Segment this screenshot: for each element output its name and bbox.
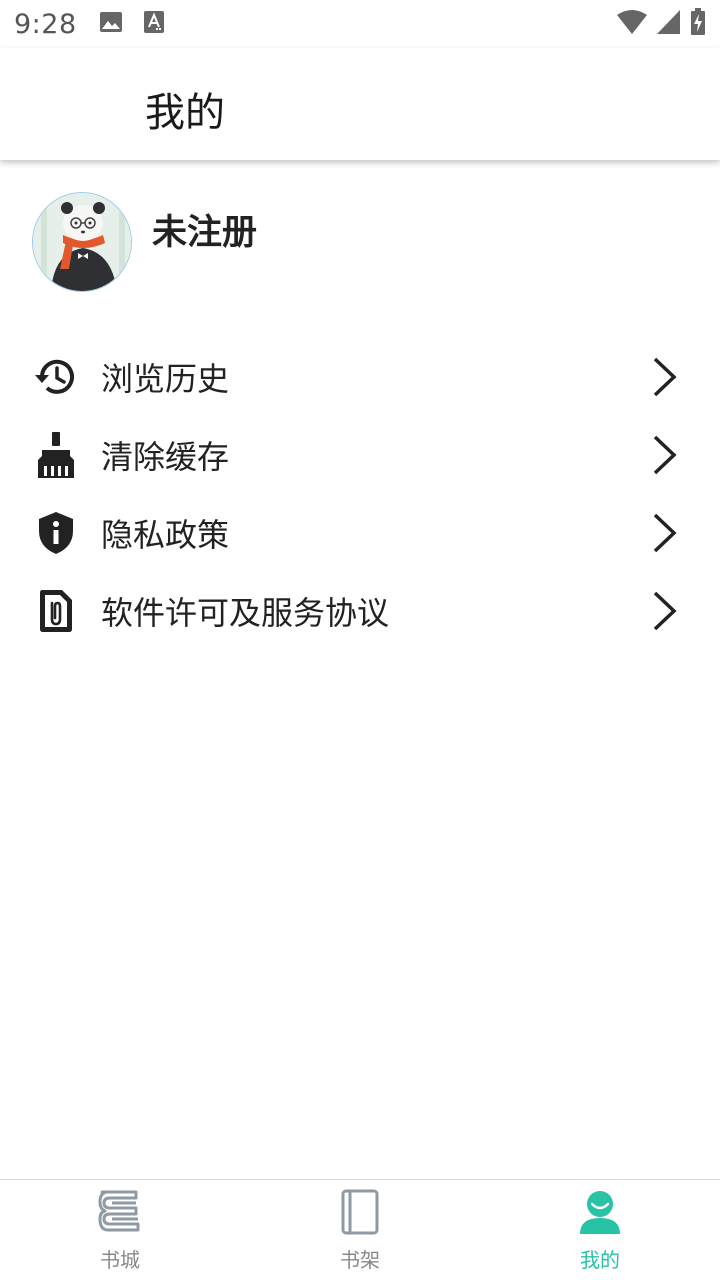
page-title: 我的 [145,90,225,136]
profile-header[interactable]: 未注册 [32,192,257,292]
signal-icon [656,9,682,39]
menu-item-label: 浏览历史 [101,360,230,398]
profile-icon [580,1191,620,1234]
chevron-right-icon [653,513,677,553]
battery-charging-icon [690,8,706,40]
profile-name[interactable]: 未注册 [152,204,257,255]
image-notification-icon [99,11,123,37]
chevron-right-icon [653,435,677,475]
attachment-file-icon [34,589,78,633]
book-store-icon [98,1190,140,1232]
nav-item-profile[interactable]: 我的 [480,1180,720,1280]
chevron-right-icon [653,591,677,631]
status-notifications [99,10,165,38]
wifi-icon [616,9,648,39]
settings-menu: 浏览历史 清除缓存 隐私政策 软件许可及服务协议 [0,338,720,650]
nav-label: 书架 [340,1248,380,1272]
panda-avatar-icon [33,193,131,291]
menu-item-label: 软件许可及服务协议 [101,594,390,632]
menu-item-browse-history[interactable]: 浏览历史 [0,338,720,416]
menu-item-privacy-policy[interactable]: 隐私政策 [0,494,720,572]
nav-item-bookshelf[interactable]: 书架 [240,1180,480,1280]
nav-label: 书城 [100,1248,140,1272]
menu-item-license-agreement[interactable]: 软件许可及服务协议 [0,572,720,650]
app-bar: 我的 [0,48,720,160]
chevron-right-icon [653,357,677,397]
bottom-nav: 书城 书架 我的 [0,1179,720,1280]
nav-label: 我的 [580,1248,620,1272]
bookshelf-icon [341,1189,379,1235]
status-bar: 9:28 [0,0,720,48]
history-icon [34,355,78,399]
avatar[interactable] [32,192,132,292]
nav-item-bookstore[interactable]: 书城 [0,1180,240,1280]
keyboard-a-notification-icon [143,10,165,38]
menu-item-clear-cache[interactable]: 清除缓存 [0,416,720,494]
shield-info-icon [34,511,78,555]
menu-item-label: 清除缓存 [101,438,230,476]
status-time: 9:28 [14,8,77,40]
broom-icon [34,432,78,478]
menu-item-label: 隐私政策 [101,516,230,554]
